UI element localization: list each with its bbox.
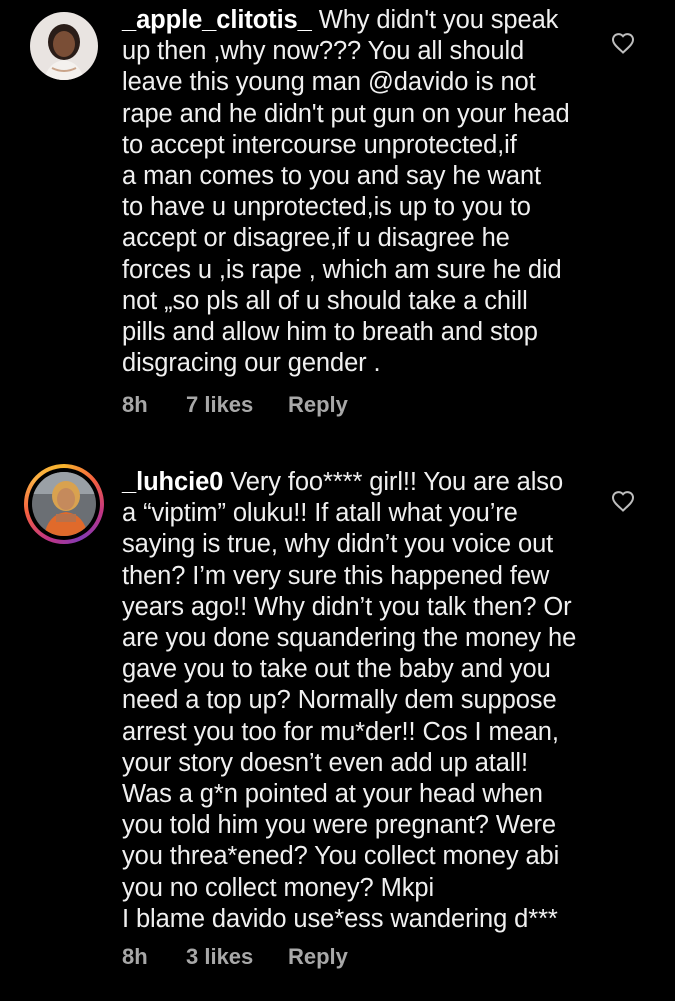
comment-time: 8h bbox=[122, 392, 148, 417]
comment-text: _apple_clitotis_ Why didn't you speak up… bbox=[122, 5, 592, 379]
comment-likes[interactable]: 3 likes bbox=[186, 944, 288, 974]
heart-icon[interactable] bbox=[611, 490, 635, 512]
comment-username[interactable]: _luhcie0 bbox=[122, 468, 223, 496]
comment-text: _luhcie0 Very foo**** girl!! You are als… bbox=[122, 467, 592, 935]
avatar-image bbox=[32, 472, 96, 536]
comment-body: Very foo**** girl!! You are also a “vipt… bbox=[122, 468, 577, 933]
story-ring[interactable] bbox=[24, 464, 104, 544]
story-ring-gap bbox=[28, 468, 100, 540]
comment-username[interactable]: _apple_clitotis_ bbox=[122, 6, 312, 34]
comment-likes[interactable]: 7 likes bbox=[186, 392, 288, 422]
avatar[interactable] bbox=[30, 12, 98, 80]
comment-body: Why didn't you speak up then ,why now???… bbox=[122, 6, 570, 378]
comment-meta: 8h 3 likes Reply bbox=[122, 944, 348, 974]
avatar[interactable] bbox=[32, 472, 96, 536]
reply-button[interactable]: Reply bbox=[288, 944, 348, 974]
comment-meta: 8h 7 likes Reply bbox=[122, 392, 348, 422]
avatar-image bbox=[30, 12, 98, 80]
heart-icon[interactable] bbox=[611, 32, 635, 54]
comment-time: 8h bbox=[122, 944, 148, 969]
reply-button[interactable]: Reply bbox=[288, 392, 348, 422]
